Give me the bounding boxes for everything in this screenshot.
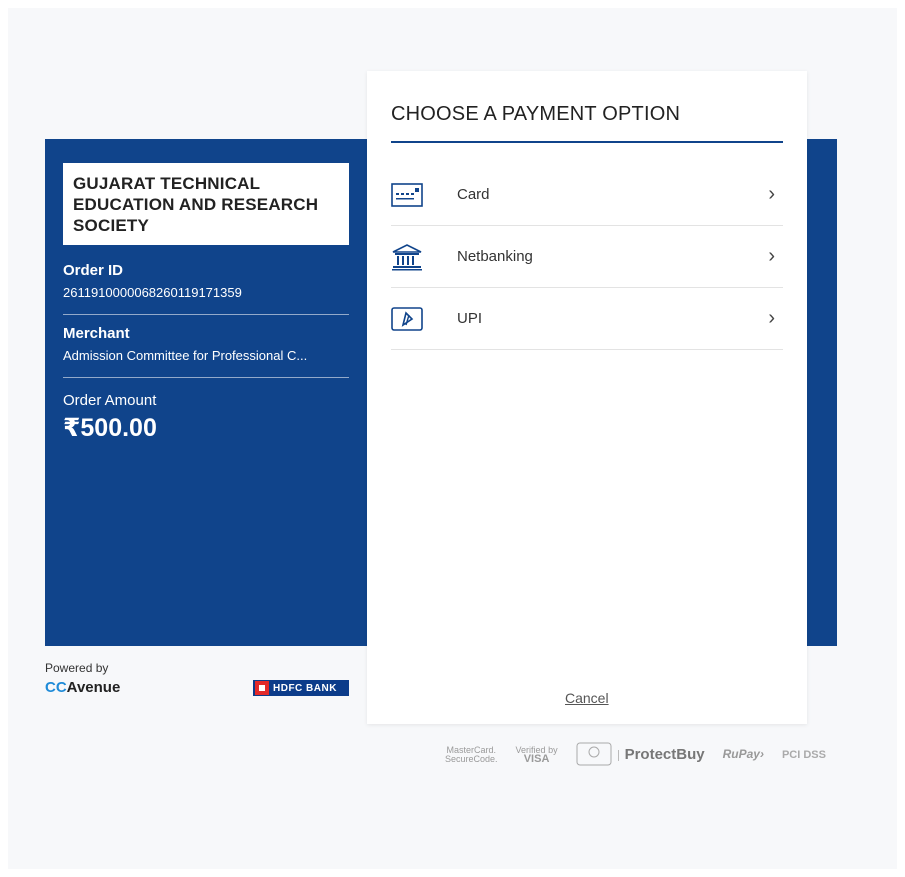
pci-dss-text: PCI DSS (781, 748, 826, 761)
chevron-right-icon: › (768, 245, 775, 267)
divider (63, 314, 349, 315)
option-card[interactable]: Card › (391, 164, 783, 226)
option-card-label: Card (457, 186, 490, 203)
order-amount-label: Order Amount (63, 392, 157, 409)
ccavenue-logo: CCAvenue (45, 679, 120, 696)
mastercard-line2: SecureCode. (445, 754, 498, 764)
visa-line2: VISA (523, 753, 550, 765)
diners-club-icon (576, 742, 612, 768)
merchant-label: Merchant (63, 325, 130, 342)
hdfc-bank-logo: HDFC BANK (253, 680, 349, 696)
merchant-name: GUJARAT TECHNICAL EDUCATION AND RESEARCH… (73, 174, 319, 235)
hdfc-mark-icon (255, 681, 269, 695)
option-netbanking[interactable]: Netbanking › (391, 226, 783, 288)
order-id-block: Order ID 2611910000068260119171359 (63, 262, 349, 300)
order-id-label: Order ID (63, 262, 124, 279)
merchant-block: Merchant Admission Committee for Profess… (63, 325, 349, 363)
bank-icon (391, 241, 423, 273)
option-upi[interactable]: UPI › (391, 288, 783, 350)
verified-by-visa-logo: Verified by VISA (516, 746, 558, 765)
order-id-value: 2611910000068260119171359 (63, 285, 242, 300)
title-underline (391, 141, 783, 143)
card-icon (391, 179, 423, 211)
rupay-text: RuPay› (722, 747, 764, 761)
option-upi-label: UPI (457, 310, 483, 327)
merchant-name-box: GUJARAT TECHNICAL EDUCATION AND RESEARCH… (63, 163, 349, 245)
order-amount-value: ₹500.00 (63, 414, 157, 442)
order-amount-block: Order Amount ₹500.00 (63, 392, 349, 443)
panel-title: CHOOSE A PAYMENT OPTION (391, 103, 681, 125)
rupay-logo: RuPay› (722, 747, 764, 761)
divider (63, 377, 349, 378)
protectbuy-text: ProtectBuy (624, 745, 705, 763)
hdfc-bank-text: HDFC BANK (273, 682, 337, 694)
ccavenue-logo-cc: CC (45, 679, 67, 696)
protectbuy-logo: ProtectBuy (617, 747, 705, 762)
upi-icon (391, 303, 423, 335)
chevron-right-icon: › (768, 183, 775, 205)
mastercard-securecode-logo: MasterCard. SecureCode. (445, 746, 498, 764)
cancel-link[interactable]: Cancel (565, 690, 609, 706)
ccavenue-logo-avenue: Avenue (66, 679, 121, 696)
pci-dss-logo: PCI DSS (781, 748, 826, 761)
payment-options-panel: CHOOSE A PAYMENT OPTION Card › Netbankin… (367, 71, 807, 724)
security-logos: MasterCard. SecureCode. Verified by VISA… (445, 740, 844, 770)
chevron-right-icon: › (768, 307, 775, 329)
powered-by-text: Powered by (45, 661, 109, 675)
option-netbanking-label: Netbanking (457, 248, 533, 265)
merchant-value: Admission Committee for Professional C..… (63, 348, 308, 363)
